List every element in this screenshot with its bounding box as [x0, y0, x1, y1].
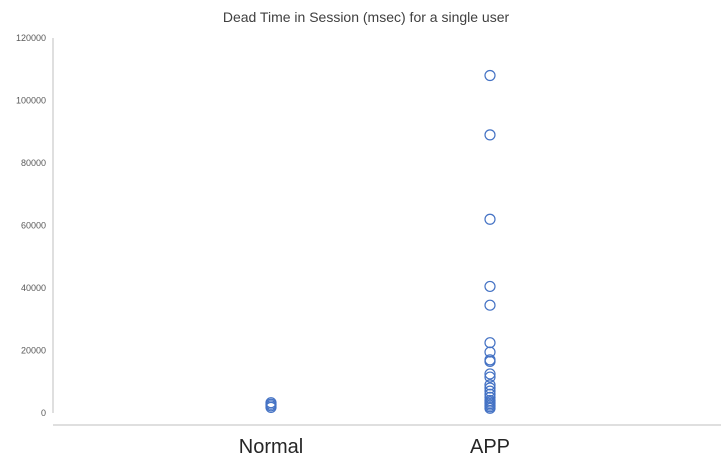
data-points [265, 69, 496, 414]
data-point [484, 129, 496, 141]
y-tick-label: 40000 [21, 283, 46, 293]
x-tick-label: APP [470, 436, 510, 457]
x-tick-label: Normal [239, 436, 303, 457]
data-point [484, 213, 496, 225]
data-point [484, 69, 496, 82]
data-point [484, 299, 496, 311]
y-tick-label: 60000 [21, 221, 46, 231]
data-point [484, 280, 496, 293]
y-tick-label: 20000 [21, 346, 46, 356]
y-tick-label: 80000 [21, 158, 46, 168]
chart-title: Dead Time in Session (msec) for a single… [223, 9, 510, 25]
y-tick-label: 100000 [16, 96, 46, 106]
x-tick-labels: Normal APP [239, 436, 510, 457]
y-tick-label: 120000 [16, 33, 46, 43]
y-tick-labels: 0 20000 40000 60000 80000 100000 120000 [16, 33, 46, 418]
data-point [484, 337, 496, 349]
scatter-chart: Dead Time in Session (msec) for a single… [16, 9, 721, 457]
y-tick-label: 0 [41, 408, 46, 418]
